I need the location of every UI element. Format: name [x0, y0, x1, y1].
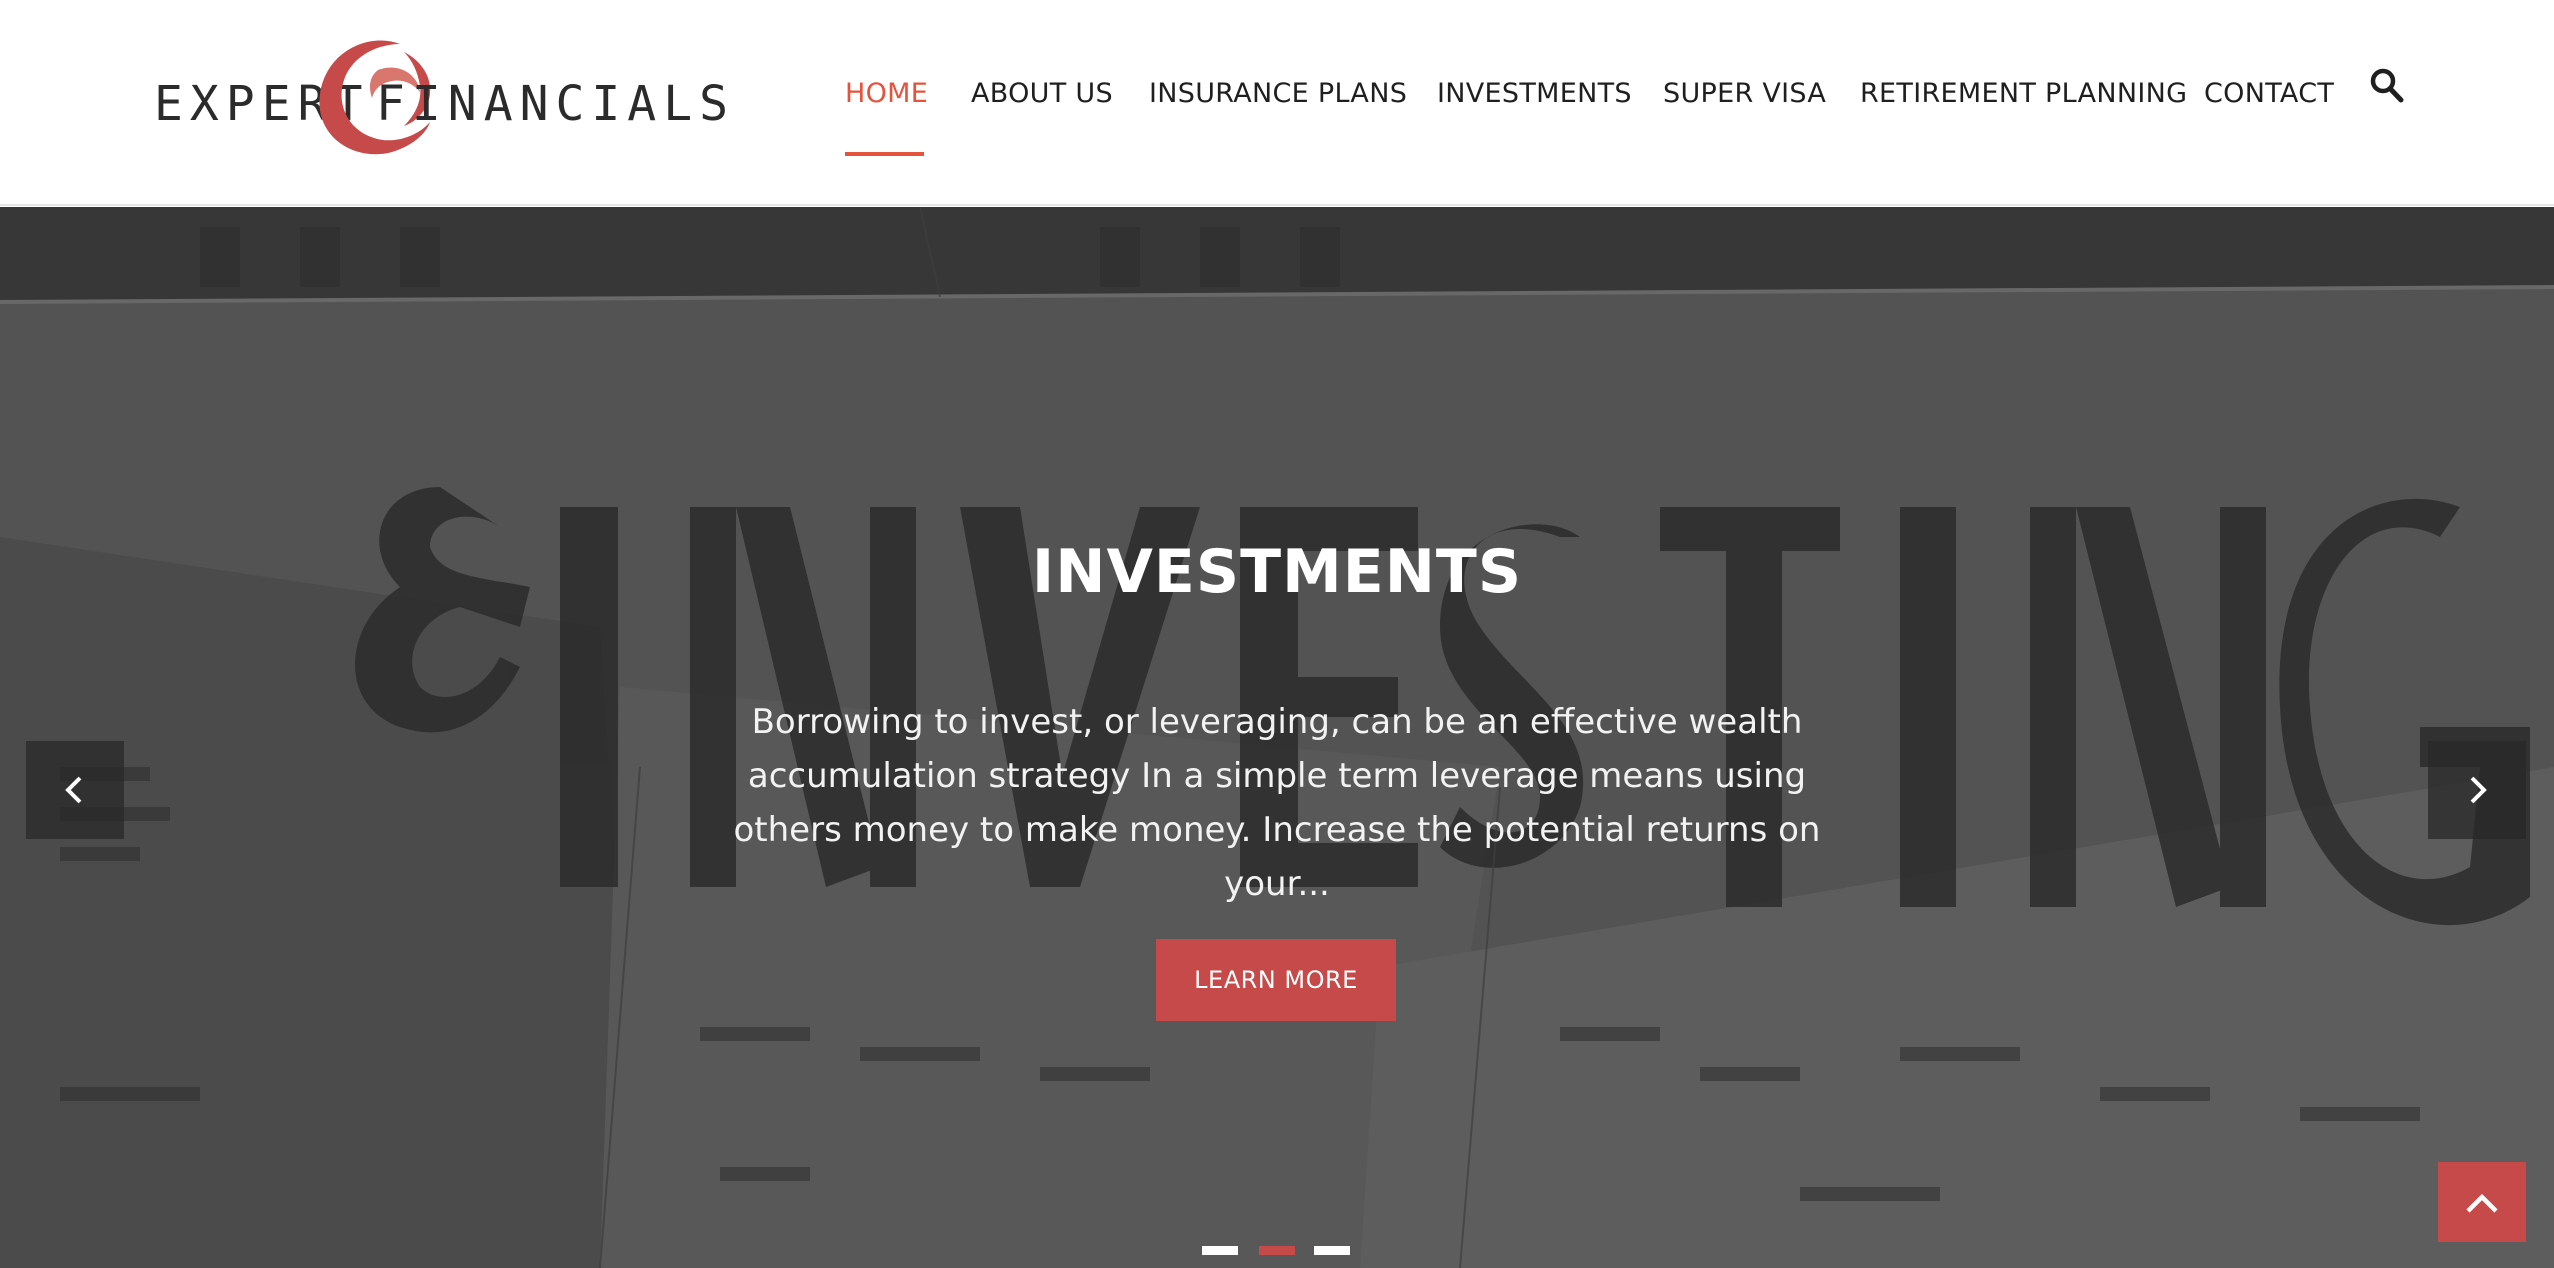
hero-slider: INVESTMENTS Borrowing to invest, or leve…: [0, 207, 2554, 1268]
chevron-right-icon: [2470, 776, 2487, 804]
hero-description: Borrowing to invest, or leveraging, can …: [733, 702, 1821, 904]
hero-title: INVESTMENTS: [1031, 537, 1523, 607]
logo-word-financials: FINANCIALS: [376, 76, 735, 132]
search-button[interactable]: [2370, 68, 2404, 104]
brand-logo[interactable]: EXPERT FINANCIALS: [150, 26, 728, 166]
slider-dot-3[interactable]: [1314, 1246, 1350, 1255]
slider-pagination: [0, 1246, 2554, 1258]
scroll-to-top-button[interactable]: [2438, 1162, 2526, 1242]
search-icon: [2370, 68, 2404, 103]
nav-item-investments[interactable]: INVESTMENTS: [1437, 78, 1632, 109]
active-nav-indicator: [845, 152, 924, 156]
slider-dot-2[interactable]: [1259, 1246, 1295, 1255]
site-header: EXPERT FINANCIALS HOME ABOUT US INSURANC…: [0, 0, 2554, 206]
chevron-left-icon: [65, 776, 82, 804]
nav-item-super-visa[interactable]: SUPER VISA: [1663, 78, 1826, 109]
slider-next-button[interactable]: [2428, 741, 2526, 839]
nav-item-contact[interactable]: CONTACT: [2204, 78, 2334, 109]
learn-more-button[interactable]: LEARN MORE: [1156, 939, 1396, 1021]
chevron-up-icon: [2466, 1193, 2498, 1213]
slider-dot-1[interactable]: [1202, 1246, 1238, 1255]
nav-item-insurance-plans[interactable]: INSURANCE PLANS: [1149, 78, 1407, 109]
nav-item-retirement-planning[interactable]: RETIREMENT PLANNING: [1860, 78, 2187, 109]
slider-prev-button[interactable]: [26, 741, 124, 839]
nav-item-about-us[interactable]: ABOUT US: [971, 78, 1113, 109]
nav-item-home[interactable]: HOME: [845, 78, 928, 109]
